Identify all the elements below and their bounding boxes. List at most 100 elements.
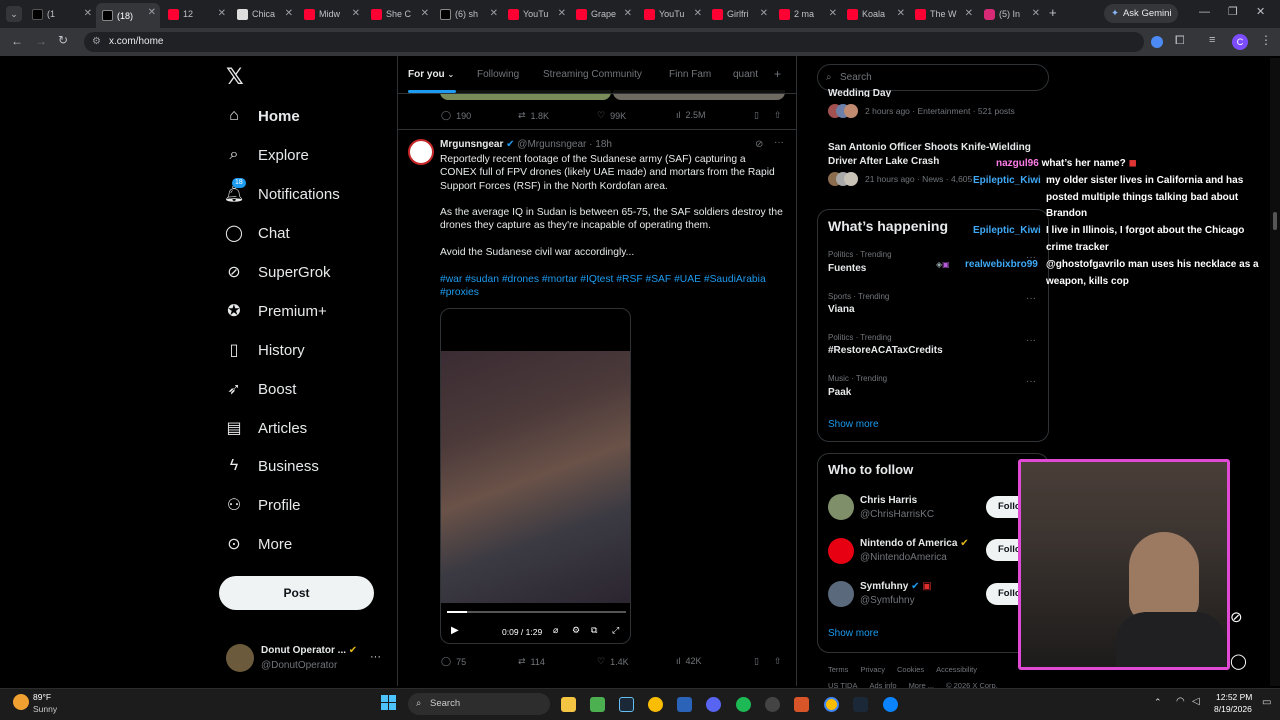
- scrollbar-thumb[interactable]: [1273, 212, 1277, 230]
- tab-finn-fam[interactable]: Finn Fam: [669, 69, 711, 80]
- share-button[interactable]: ⇧: [774, 656, 782, 667]
- tab-quant[interactable]: quant: [733, 69, 758, 80]
- footer-link[interactable]: Cookies: [897, 665, 924, 674]
- tab-15[interactable]: (5) In ✕: [978, 4, 1044, 24]
- pip-icon[interactable]: ⧉: [591, 625, 597, 636]
- trend-name[interactable]: Paak: [828, 387, 851, 398]
- repost-button[interactable]: ⇄ 114: [518, 656, 545, 667]
- tab-6[interactable]: She C ✕: [365, 4, 433, 24]
- follow-name[interactable]: Chris Harris: [860, 495, 917, 506]
- tab-10[interactable]: YouTu ✕: [638, 4, 706, 24]
- views-button[interactable]: ıl 2.5M: [676, 110, 706, 120]
- close-icon[interactable]: ✕: [490, 8, 498, 19]
- clock-date[interactable]: 8/19/2026: [1214, 704, 1252, 714]
- follow-avatar[interactable]: [828, 581, 854, 607]
- account-avatar[interactable]: [226, 644, 254, 672]
- file-explorer-icon[interactable]: [561, 697, 576, 712]
- tab-5[interactable]: Midw ✕: [298, 4, 364, 24]
- add-tab-icon[interactable]: +: [774, 67, 781, 81]
- follow-avatar[interactable]: [828, 494, 854, 520]
- steam-icon[interactable]: [619, 697, 634, 712]
- tab-for-you[interactable]: For you ⌄: [408, 69, 454, 80]
- extensions-puzzle-icon[interactable]: ⧠: [1175, 33, 1185, 48]
- discord-icon[interactable]: [706, 697, 721, 712]
- follow-name[interactable]: Nintendo of America ✔: [860, 538, 969, 549]
- site-info-icon[interactable]: ⚙: [92, 32, 101, 52]
- like-button[interactable]: ♡ 1.4K: [597, 656, 629, 667]
- nav-explore[interactable]: ⌕ Explore: [224, 140, 309, 170]
- spotify-icon[interactable]: [736, 697, 751, 712]
- tab-search-icon[interactable]: ⌄: [6, 6, 22, 22]
- forward-arrow-icon[interactable]: →: [35, 34, 47, 48]
- tab-12[interactable]: 2 ma ✕: [773, 4, 841, 24]
- views-button[interactable]: ıl 42K: [676, 656, 702, 666]
- weather-temp[interactable]: 89°F: [33, 692, 51, 702]
- video-progress-track[interactable]: [447, 611, 626, 613]
- tab-7[interactable]: (6) sh ✕: [434, 4, 502, 24]
- address-bar[interactable]: ⚙ x.com/home: [84, 32, 1144, 52]
- chrome-icon[interactable]: [648, 697, 663, 712]
- trend-name[interactable]: Viana: [828, 304, 855, 315]
- bookmark-button[interactable]: ▯: [754, 656, 759, 667]
- browser-menu-icon[interactable]: ⋮: [1260, 33, 1272, 47]
- nav-premium[interactable]: ✪ Premium+: [224, 296, 326, 326]
- footer-link[interactable]: Accessibility: [936, 665, 977, 674]
- fullscreen-icon[interactable]: ⤢: [612, 625, 619, 636]
- nav-boost[interactable]: ➶ Boost: [224, 374, 296, 404]
- nav-supergrok[interactable]: ⊘ SuperGrok: [224, 257, 330, 287]
- tab-11[interactable]: Girlfri ✕: [706, 4, 772, 24]
- close-icon[interactable]: ✕: [1032, 8, 1040, 19]
- settings-gear-icon[interactable]: ⚙: [572, 625, 580, 636]
- grok-analyze-icon[interactable]: ⊘: [755, 139, 763, 150]
- app-icon[interactable]: [765, 697, 780, 712]
- x-logo-icon[interactable]: 𝕏: [226, 64, 244, 90]
- tab-3[interactable]: 12 ✕: [162, 4, 230, 24]
- close-icon[interactable]: ✕: [558, 8, 566, 19]
- nav-more[interactable]: ⊙ More: [224, 529, 292, 559]
- volume-icon[interactable]: ◁: [1192, 696, 1200, 707]
- app-icon[interactable]: [794, 697, 809, 712]
- close-icon[interactable]: ✕: [285, 8, 293, 19]
- new-tab-button[interactable]: +: [1049, 5, 1057, 20]
- author-name[interactable]: Mrgunsngear: [440, 139, 503, 150]
- reply-button[interactable]: ◯ 190: [441, 110, 471, 121]
- app-icon[interactable]: [677, 697, 692, 712]
- steam-icon[interactable]: [853, 697, 868, 712]
- trend-menu-icon[interactable]: ···: [1026, 335, 1036, 346]
- repost-button[interactable]: ⇄ 1.8K: [518, 110, 549, 121]
- post-button[interactable]: Post: [219, 576, 374, 610]
- nav-history[interactable]: ▯ History: [224, 335, 305, 365]
- clock-time[interactable]: 12:52 PM: [1216, 692, 1252, 702]
- video-player[interactable]: ▶ 0:09 / 1:29 ⌀ ⚙ ⧉ ⤢: [440, 308, 631, 644]
- minimize-icon[interactable]: —: [1199, 6, 1210, 18]
- close-icon[interactable]: ✕: [829, 8, 837, 19]
- bookmark-button[interactable]: ▯: [754, 110, 759, 121]
- mute-icon[interactable]: ⌀: [553, 625, 558, 636]
- tab-1[interactable]: (1 ✕: [26, 4, 96, 24]
- window-close-icon[interactable]: ✕: [1256, 5, 1265, 18]
- tab-2-active[interactable]: (18) ✕: [96, 3, 160, 28]
- app-icon[interactable]: [590, 697, 605, 712]
- tab-8[interactable]: YouTu ✕: [502, 4, 570, 24]
- grok-floating-icon[interactable]: ⊘: [1230, 608, 1243, 626]
- tab-streaming-community[interactable]: Streaming Community: [543, 69, 642, 80]
- reply-button[interactable]: ◯ 75: [441, 656, 466, 667]
- footer-link[interactable]: Privacy: [860, 665, 885, 674]
- trend-name[interactable]: Fuentes: [828, 263, 866, 274]
- post-menu-icon[interactable]: ···: [774, 137, 784, 148]
- close-icon[interactable]: ✕: [84, 8, 92, 19]
- close-icon[interactable]: ✕: [965, 8, 973, 19]
- tray-chevron-icon[interactable]: ⌃: [1154, 697, 1162, 708]
- post-hashtags[interactable]: #war #sudan #drones #mortar #IQtest #RSF…: [440, 273, 785, 300]
- reload-icon[interactable]: ↻: [58, 33, 68, 47]
- notification-bell-icon[interactable]: ▭: [1262, 697, 1271, 708]
- account-menu-icon[interactable]: ···: [370, 651, 381, 663]
- play-icon[interactable]: ▶: [451, 625, 459, 636]
- wifi-icon[interactable]: ◠: [1176, 696, 1185, 707]
- restore-icon[interactable]: ❐: [1228, 5, 1238, 18]
- profile-avatar-icon[interactable]: C: [1232, 34, 1248, 50]
- nav-business[interactable]: ϟ Business: [224, 451, 319, 481]
- news-headline-1[interactable]: Wedding Day: [828, 88, 891, 97]
- taskbar-search[interactable]: ⌕ Search: [408, 693, 550, 715]
- share-button[interactable]: ⇧: [774, 110, 782, 121]
